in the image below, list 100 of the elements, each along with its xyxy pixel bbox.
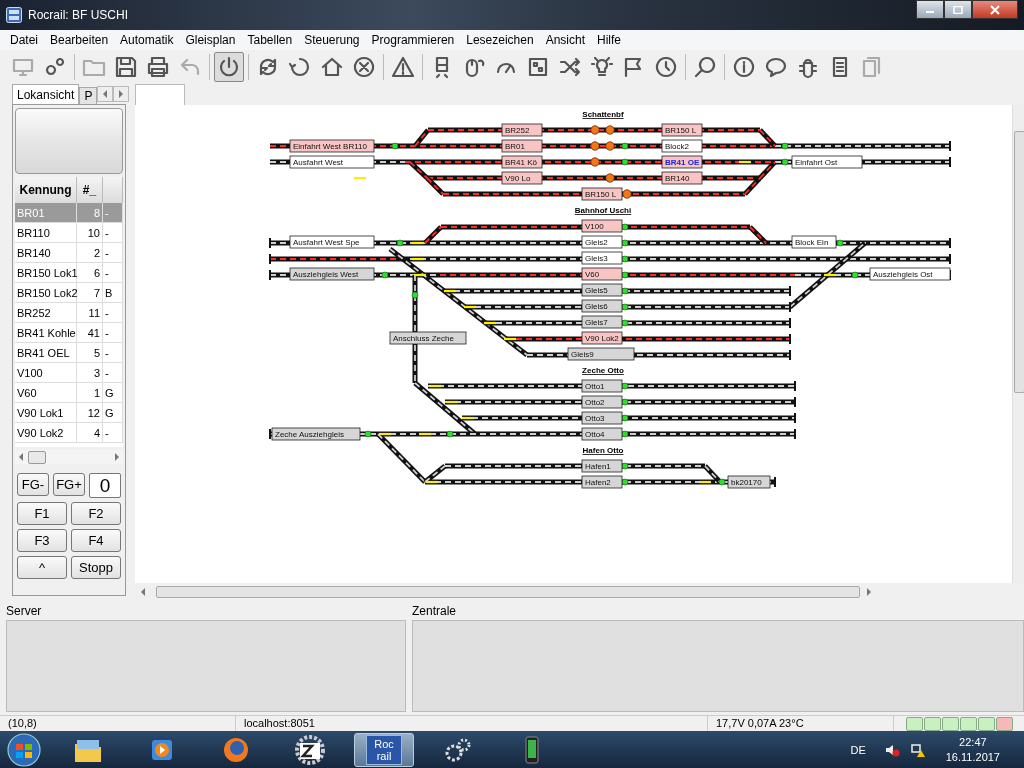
table-row[interactable]: BR41 OEL 5 - <box>15 343 123 363</box>
track-block[interactable]: Ausziehgleis West <box>289 267 375 281</box>
panel-tab[interactable]: P <box>79 87 98 104</box>
table-row[interactable]: BR252 11 - <box>15 303 123 323</box>
function-button[interactable]: F2 <box>71 502 121 525</box>
track-block[interactable]: Otto1 <box>581 379 623 393</box>
table-row[interactable]: V90 Lok2 4 - <box>15 423 123 443</box>
power-button[interactable] <box>214 52 244 82</box>
menu-item[interactable]: Automatik <box>114 33 180 47</box>
maximize-button[interactable] <box>944 0 972 19</box>
menu-item[interactable]: Hilfe <box>591 33 627 47</box>
track-block[interactable]: Gleis5 <box>581 283 623 297</box>
track-block[interactable]: Hafen1 <box>581 459 623 473</box>
rocrail-taskbar-button[interactable]: Roc rail <box>354 733 414 767</box>
horizontal-scrollbar[interactable] <box>15 450 123 464</box>
table-cell: - <box>103 263 123 282</box>
table-cell: BR01 <box>15 203 77 222</box>
menu-item[interactable]: Tabellen <box>241 33 299 47</box>
track-block[interactable]: Gleis9 <box>567 347 635 361</box>
track-block[interactable]: BR41 Kö <box>501 155 543 169</box>
function-button[interactable]: F4 <box>71 529 121 552</box>
print-icon <box>146 55 170 79</box>
track-block[interactable]: BR150 L <box>661 123 703 137</box>
table-row[interactable]: V60 1 G <box>15 383 123 403</box>
table-cell: BR110 <box>15 223 77 242</box>
track-block[interactable]: Ausfahrt West Spe <box>289 235 375 249</box>
track-block[interactable]: Hafen2 <box>581 475 623 489</box>
arrow-right-icon <box>866 587 872 596</box>
track-block[interactable]: Gleis7 <box>581 315 623 329</box>
arrow-left-icon <box>102 90 109 98</box>
lightbulb-icon <box>590 55 614 79</box>
track-block[interactable]: Ausziehgleis Ost <box>869 267 951 281</box>
track-block[interactable]: BR252 <box>501 123 543 137</box>
network-warning-icon[interactable] <box>909 742 926 758</box>
track-block[interactable]: Block2 <box>661 139 703 153</box>
panel-tab[interactable]: Lokansicht <box>12 84 80 104</box>
table-row[interactable]: BR140 2 - <box>15 243 123 263</box>
track-block[interactable]: Gleis3 <box>581 251 623 265</box>
track-block[interactable]: Ausfahrt West <box>289 155 375 169</box>
table-row[interactable]: BR110 10 - <box>15 223 123 243</box>
table-row[interactable]: BR150 Lok1 6 - <box>15 263 123 283</box>
track-block[interactable]: Zeche Ausziehgleis <box>271 427 361 441</box>
gear-icon <box>294 735 326 765</box>
speaker-muted-icon[interactable] <box>883 742 900 758</box>
track-block[interactable]: BR150 L <box>581 187 623 201</box>
shuffle-icon <box>558 55 582 79</box>
track-block[interactable]: Gleis2 <box>581 235 623 249</box>
function-button[interactable]: Stopp <box>71 556 121 579</box>
chat-icon <box>764 55 788 79</box>
track-block[interactable]: Otto4 <box>581 427 623 441</box>
minimize-button[interactable] <box>916 0 944 19</box>
track-block[interactable]: Otto3 <box>581 411 623 425</box>
section-title: Zeche Otto <box>582 366 624 375</box>
section-title: Hafen Otto <box>582 446 624 455</box>
table-cell: - <box>103 203 123 222</box>
track-block[interactable]: V60 <box>581 267 623 281</box>
track-block[interactable]: Einfahrt West BR110 <box>289 139 375 153</box>
menu-item[interactable]: Programmieren <box>365 33 461 47</box>
track-block[interactable]: V90 Lok2 <box>581 331 623 345</box>
track-block[interactable]: Block Ein <box>791 235 837 249</box>
menu-item[interactable]: Ansicht <box>539 33 591 47</box>
tab-scroll-left[interactable] <box>97 86 114 102</box>
track-block[interactable]: BR140 <box>661 171 703 185</box>
close-button[interactable] <box>972 0 1018 19</box>
scroll-thumb[interactable] <box>1013 131 1024 393</box>
track-block[interactable]: Gleis6 <box>581 299 623 313</box>
language-indicator[interactable]: DE <box>850 744 866 756</box>
track-block[interactable]: BR41 OE <box>661 155 703 169</box>
table-row[interactable]: V100 3 - <box>15 363 123 383</box>
track-block[interactable]: BR01 <box>501 139 543 153</box>
scroll-thumb[interactable] <box>156 585 860 598</box>
table-cell: 4 <box>77 423 103 442</box>
menu-item[interactable]: Bearbeiten <box>44 33 115 47</box>
track-block[interactable]: Anschluss Zeche <box>389 331 467 345</box>
function-button[interactable]: F1 <box>17 502 67 525</box>
function-button[interactable]: FG+ <box>53 473 85 496</box>
table-row[interactable]: V90 Lok1 12 G <box>15 403 123 423</box>
table-row[interactable]: BR150 Lok2 7 B <box>15 283 123 303</box>
table-cell: BR150 Lok2 <box>15 283 77 302</box>
table-row[interactable]: BR41 Kohle 41 - <box>15 323 123 343</box>
panel-title: Zentrale <box>412 604 458 618</box>
track-block[interactable]: V90 Lo <box>501 171 543 185</box>
home-icon <box>320 55 344 79</box>
tab-scroll-right[interactable] <box>113 86 130 102</box>
function-button[interactable]: F3 <box>17 529 67 552</box>
scroll-thumb[interactable] <box>28 450 46 464</box>
menu-item[interactable]: Gleisplan <box>179 33 242 47</box>
menu-item[interactable]: Lesezeichen <box>460 33 540 47</box>
track-block[interactable]: Otto2 <box>581 395 623 409</box>
function-button[interactable]: ^ <box>17 556 67 579</box>
function-button[interactable]: FG- <box>17 473 49 496</box>
track-block[interactable]: Einfahrt Ost <box>791 155 863 169</box>
clock[interactable]: 22:47 16.11.2017 <box>945 735 1000 765</box>
loco-image-button[interactable] <box>15 108 123 174</box>
menu-item[interactable]: Steuerung <box>298 33 366 47</box>
track-block[interactable]: bk20170 <box>727 475 771 489</box>
table-cell: - <box>103 423 123 442</box>
track-block[interactable]: V100 <box>581 219 623 233</box>
menu-item[interactable]: Datei <box>4 33 44 47</box>
start-button[interactable] <box>4 732 44 768</box>
